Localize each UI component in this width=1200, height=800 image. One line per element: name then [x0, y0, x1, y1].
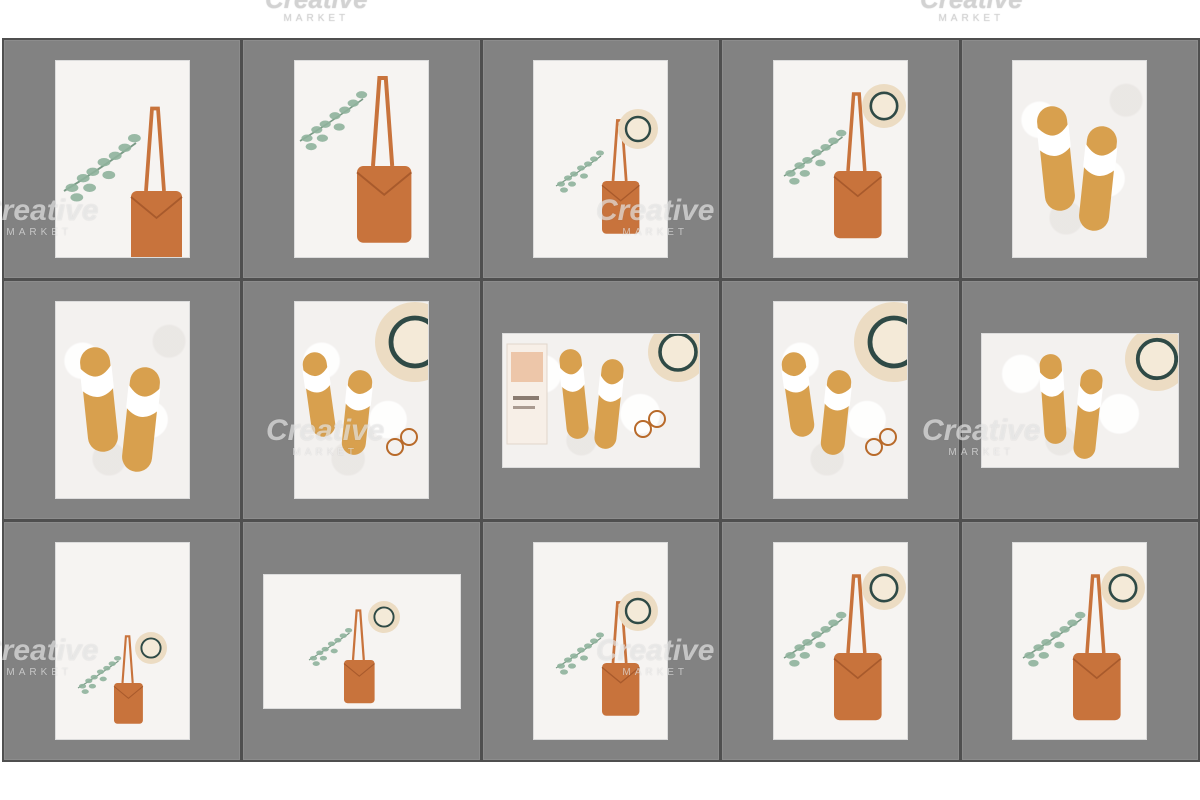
sunglasses	[386, 428, 419, 456]
photo-bag-eucalyptus-front[interactable]	[295, 61, 429, 257]
straw-hat	[647, 333, 699, 382]
photo-bag-eucalyptus-closeup[interactable]	[55, 61, 189, 257]
photo-sandals-on-fur-top[interactable]	[55, 302, 189, 498]
thumbnail-cell-sandals-hat-landscape[interactable]	[961, 281, 1198, 519]
straw-hat	[1124, 333, 1178, 391]
sandal	[820, 370, 852, 455]
photo-contact-sheet	[2, 38, 1200, 762]
eucalyptus-branch	[556, 632, 605, 675]
thumbnail-cell-bag-eucalyptus-front[interactable]	[243, 40, 480, 278]
sandal	[1036, 106, 1076, 211]
straw-hat	[1101, 566, 1146, 610]
thumbnail-cell-bag-hat-wall-alt[interactable]	[482, 522, 720, 760]
sandal	[1073, 368, 1103, 459]
sandal	[594, 358, 624, 449]
watermark-tagline: MARKET	[938, 13, 1005, 24]
straw-hat	[367, 600, 400, 633]
thumbnail-cell-bag-eucalyptus-blur[interactable]	[722, 522, 959, 760]
straw-hat	[375, 302, 429, 382]
photo-sandals-magazine-hat-glasses[interactable]	[502, 333, 699, 467]
straw-hat	[134, 632, 167, 664]
sandal	[559, 348, 589, 439]
photo-bag-eucalyptus-blur-alt[interactable]	[1013, 543, 1147, 739]
straw-hat	[618, 591, 659, 631]
eucalyptus-branch	[63, 134, 141, 202]
photo-sandals-hat-glasses-alt[interactable]	[773, 302, 907, 498]
sandal	[121, 367, 161, 472]
eucalyptus-branch	[308, 627, 352, 666]
thumbnail-cell-bag-eucalyptus-blur-alt[interactable]	[961, 522, 1198, 760]
thumbnail-cell-bag-eucalyptus-closeup[interactable]	[4, 40, 241, 278]
sandal	[1038, 353, 1067, 444]
sandal	[781, 352, 815, 437]
photo-sandals-on-fur[interactable]	[1013, 61, 1147, 257]
thumbnail-cell-bag-with-hat-wall[interactable]	[482, 40, 720, 278]
straw-hat	[861, 566, 906, 610]
sandal	[79, 347, 118, 452]
watermark-brand: Creative	[920, 0, 1023, 14]
watermark-tagline: MARKET	[283, 13, 350, 24]
watermark-top-left: Creative MARKET	[265, 0, 368, 24]
leather-bag	[130, 106, 183, 257]
photo-bag-with-hat-wall[interactable]	[534, 61, 668, 257]
thumbnail-cell-bag-with-hat-closeup[interactable]	[722, 40, 959, 278]
sunglasses	[864, 428, 897, 456]
magazine	[506, 343, 548, 444]
thumbnail-cell-sandals-on-fur-top[interactable]	[4, 281, 241, 519]
sandal	[1079, 126, 1118, 231]
photo-bag-hat-wall-alt[interactable]	[534, 543, 668, 739]
photo-sandals-hat-landscape[interactable]	[981, 333, 1178, 467]
thumbnail-cell-bag-hat-minimal[interactable]	[4, 522, 241, 760]
watermark-top-right: Creative MARKET	[920, 0, 1023, 24]
straw-hat	[618, 109, 659, 149]
sandal	[341, 370, 373, 455]
eucalyptus-branch	[556, 150, 605, 193]
straw-hat	[861, 84, 906, 128]
thumbnail-cell-sandals-hat-glasses-alt[interactable]	[722, 281, 959, 519]
photo-bag-hat-minimal[interactable]	[55, 543, 189, 739]
leather-bag	[356, 76, 413, 243]
watermark-brand: Creative	[265, 0, 368, 14]
photo-bag-hat-landscape[interactable]	[263, 574, 460, 708]
sunglasses	[633, 409, 666, 438]
sandal	[302, 352, 336, 437]
thumbnail-cell-sandals-hat-glasses[interactable]	[243, 281, 480, 519]
eucalyptus-branch	[299, 91, 368, 151]
thumbnail-cell-bag-hat-landscape[interactable]	[243, 522, 480, 760]
photo-bag-with-hat-closeup[interactable]	[773, 61, 907, 257]
thumbnail-cell-sandals-on-fur[interactable]	[961, 40, 1198, 278]
thumbnail-cell-sandals-magazine-hat-glasses[interactable]	[482, 281, 720, 519]
photo-sandals-hat-glasses[interactable]	[295, 302, 429, 498]
photo-bag-eucalyptus-blur[interactable]	[773, 543, 907, 739]
straw-hat	[853, 302, 907, 382]
